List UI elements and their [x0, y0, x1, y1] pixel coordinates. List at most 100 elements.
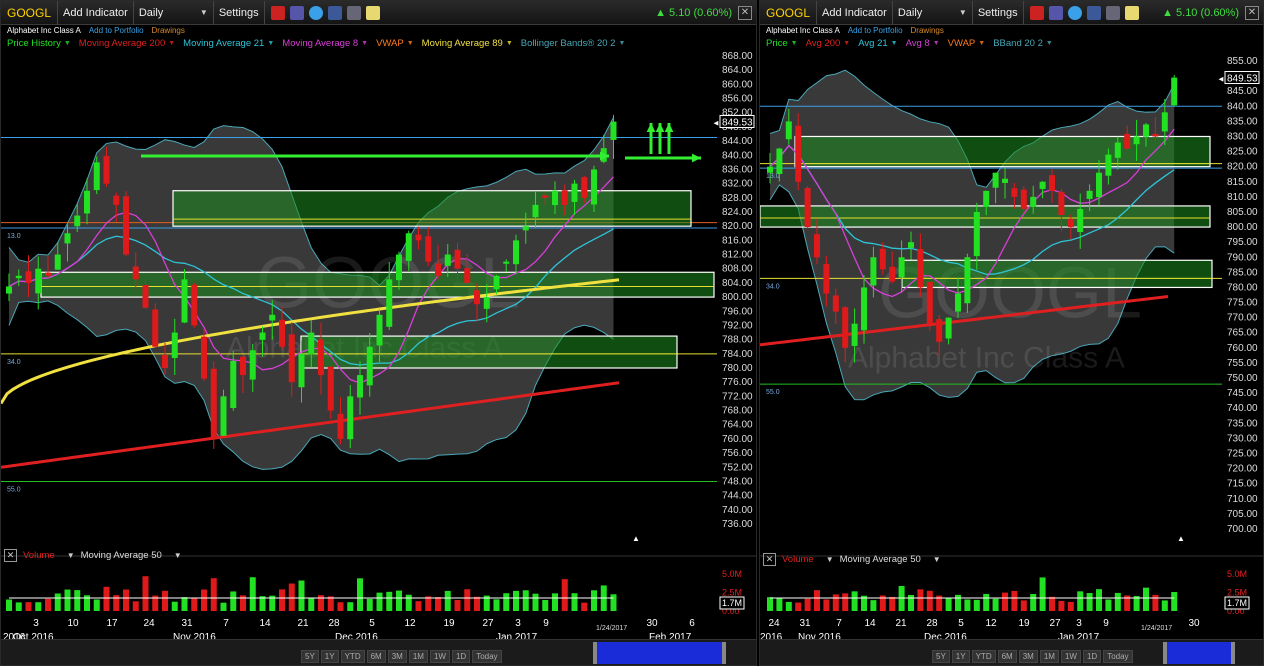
- price-tick: 764.00: [722, 420, 753, 431]
- range-button[interactable]: YTD: [340, 650, 365, 663]
- range-button[interactable]: 1M: [408, 650, 428, 663]
- price-tick: 740.00: [1227, 403, 1258, 414]
- volume-bar: [454, 600, 461, 611]
- price-tick: 740.00: [722, 505, 753, 516]
- volume-header: ✕ Volume ▼ Moving Average 50 ▼: [760, 551, 941, 567]
- date-tick: 3: [515, 618, 521, 629]
- price-tick: 800.00: [722, 292, 753, 303]
- range-navigator[interactable]: 5Y 1Y YTD 6M 3M 1M 1W 1D Today: [760, 639, 1263, 665]
- candle-body: [591, 169, 597, 205]
- volume-label[interactable]: Volume: [23, 550, 55, 561]
- volume-bar: [298, 580, 305, 611]
- candle-body: [1077, 208, 1084, 233]
- date-tick: 19: [1018, 618, 1030, 629]
- price-tick: 820.00: [722, 221, 753, 232]
- price-tick: 772.00: [722, 391, 753, 402]
- price-tick: 735.00: [1227, 418, 1258, 429]
- range-button[interactable]: 1Y: [951, 650, 970, 663]
- volume-bar: [1020, 600, 1027, 611]
- price-tick: 830.00: [1227, 131, 1258, 142]
- range-button[interactable]: 3M: [387, 650, 407, 663]
- candle-body: [785, 121, 792, 140]
- volume-bar: [230, 591, 237, 611]
- volume-ma-label[interactable]: Moving Average 50: [840, 554, 921, 565]
- range-button[interactable]: 1W: [429, 650, 450, 663]
- watermark-company: Alphabet Inc Class A: [848, 342, 1125, 375]
- candle-body: [425, 236, 432, 262]
- range-button[interactable]: Today: [1103, 650, 1133, 663]
- candle-body: [142, 284, 149, 308]
- range-navigator[interactable]: 5Y 1Y YTD 6M 3M 1M 1W 1D Today: [1, 639, 756, 665]
- price-chart[interactable]: 868.00864.00860.00856.00852.00848.00844.…: [1, 1, 757, 666]
- price-tick: 730.00: [1227, 433, 1258, 444]
- candle-body: [54, 254, 61, 270]
- range-button[interactable]: 1D: [451, 650, 471, 663]
- volume-bar: [1105, 599, 1112, 611]
- price-tick: 804.00: [722, 278, 753, 289]
- candle-body: [879, 248, 886, 270]
- volume-bar: [132, 601, 139, 611]
- scroll-marker: ▲: [1177, 534, 1185, 543]
- candle-body: [973, 211, 980, 257]
- price-tick: 868.00: [722, 51, 753, 62]
- candle-body: [201, 336, 207, 379]
- price-tick: 795.00: [1227, 237, 1258, 248]
- candle-body: [561, 190, 568, 205]
- volume-label[interactable]: Volume: [782, 554, 814, 565]
- date-tick: 3: [33, 618, 39, 629]
- candle-body: [908, 242, 914, 248]
- date-tick: 14: [864, 618, 876, 629]
- date-tick: 5: [369, 618, 375, 629]
- date-tick: 12: [985, 618, 997, 629]
- volume-bar: [191, 598, 198, 611]
- candle-body: [308, 332, 315, 355]
- support-zone: [760, 205, 1211, 228]
- candle-body: [1105, 154, 1112, 176]
- candle-body: [181, 279, 188, 323]
- range-button[interactable]: 1Y: [320, 650, 339, 663]
- range-button[interactable]: 1M: [1039, 650, 1059, 663]
- range-button[interactable]: 6M: [366, 650, 386, 663]
- candle-body: [6, 286, 12, 294]
- range-button[interactable]: 6M: [997, 650, 1017, 663]
- volume-ma-label[interactable]: Moving Average 50: [81, 550, 162, 561]
- candle-body: [1058, 191, 1065, 215]
- volume-bar: [823, 599, 830, 611]
- candle-body: [240, 356, 246, 376]
- candle-body: [1114, 142, 1121, 158]
- range-button[interactable]: 3M: [1018, 650, 1038, 663]
- date-tick: 24: [143, 618, 155, 629]
- range-button[interactable]: 5Y: [932, 650, 950, 663]
- volume-bar: [376, 592, 383, 611]
- range-selection[interactable]: [1163, 642, 1235, 664]
- price-tick: 845.00: [1227, 86, 1258, 97]
- candle-body: [889, 266, 896, 282]
- date-tick: 27: [1049, 618, 1061, 629]
- volume-bar: [832, 594, 839, 611]
- volume-bar: [35, 602, 42, 611]
- price-tick: 796.00: [722, 306, 753, 317]
- range-button[interactable]: 1D: [1082, 650, 1102, 663]
- volume-bar: [842, 593, 849, 611]
- range-button[interactable]: YTD: [971, 650, 996, 663]
- date-tick: 30: [646, 618, 658, 629]
- range-button[interactable]: 5Y: [301, 650, 319, 663]
- candle-body: [45, 272, 51, 276]
- arrow-head: [655, 123, 665, 133]
- close-icon[interactable]: ✕: [763, 552, 776, 566]
- volume-tick: 2.5M: [1227, 588, 1247, 598]
- chevron-down-icon: ▼: [173, 550, 182, 560]
- range-button[interactable]: Today: [472, 650, 502, 663]
- range-selection[interactable]: [593, 642, 726, 664]
- range-button[interactable]: 1W: [1060, 650, 1081, 663]
- date-tick: 6: [689, 618, 695, 629]
- close-icon[interactable]: ✕: [4, 548, 17, 562]
- candle-body: [552, 190, 558, 206]
- chevron-down-icon: ▼: [932, 554, 941, 564]
- candle-body: [870, 257, 877, 286]
- volume-bar: [795, 602, 802, 611]
- volume-bar: [1096, 589, 1102, 611]
- date-tick: 28: [328, 618, 340, 629]
- candle-body: [1133, 136, 1140, 145]
- price-tick: 748.00: [722, 476, 753, 487]
